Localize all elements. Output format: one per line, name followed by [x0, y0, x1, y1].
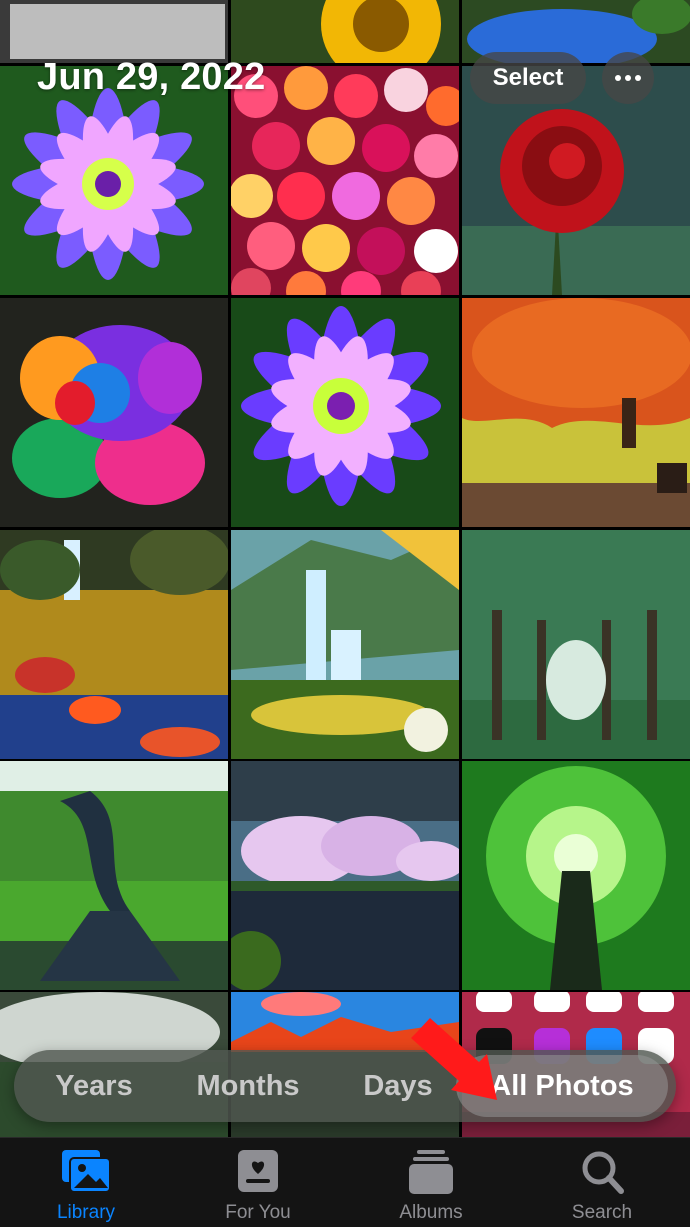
photo-thumbnail[interactable]	[231, 530, 459, 759]
photo-thumbnail[interactable]	[0, 298, 228, 527]
tab-albums[interactable]: Albums	[366, 1138, 496, 1227]
photo-thumbnail[interactable]	[462, 530, 690, 759]
photo-thumbnail[interactable]	[231, 298, 459, 527]
date-header: Jun 29, 2022	[37, 56, 266, 98]
segment-months[interactable]: Months	[182, 1050, 314, 1122]
photo-thumbnail[interactable]	[462, 761, 690, 990]
photo-thumbnail[interactable]	[0, 530, 228, 759]
for-you-icon	[238, 1150, 278, 1192]
select-button[interactable]: Select	[470, 52, 586, 104]
search-icon	[582, 1151, 624, 1194]
tab-for-you[interactable]: For You	[193, 1138, 323, 1227]
tab-search[interactable]: Search	[537, 1138, 667, 1227]
red-arrow-annotation	[411, 1018, 497, 1100]
ellipsis-icon[interactable]	[602, 52, 654, 104]
photo-thumbnail[interactable]	[231, 761, 459, 990]
tab-albums-label: Albums	[399, 1202, 463, 1223]
tab-search-label: Search	[571, 1202, 633, 1223]
tab-library[interactable]: Library	[21, 1138, 151, 1227]
photo-library-icon	[62, 1150, 111, 1193]
view-segmented-control: Years Months Days All Photos	[14, 1050, 676, 1122]
photo-thumbnail[interactable]	[231, 66, 459, 295]
photo-thumbnail[interactable]	[0, 761, 228, 990]
photo-thumbnail[interactable]	[0, 0, 228, 63]
photo-thumbnail[interactable]	[462, 298, 690, 527]
segment-years[interactable]: Years	[38, 1050, 150, 1122]
tab-bar: Library For You Albums Search	[0, 1137, 690, 1227]
tab-for-you-label: For You	[225, 1202, 291, 1223]
photo-thumbnail[interactable]	[0, 66, 228, 295]
photo-grid	[0, 0, 690, 1140]
photo-thumbnail[interactable]	[231, 0, 459, 63]
tab-library-label: Library	[56, 1202, 116, 1223]
albums-icon	[409, 1150, 453, 1194]
